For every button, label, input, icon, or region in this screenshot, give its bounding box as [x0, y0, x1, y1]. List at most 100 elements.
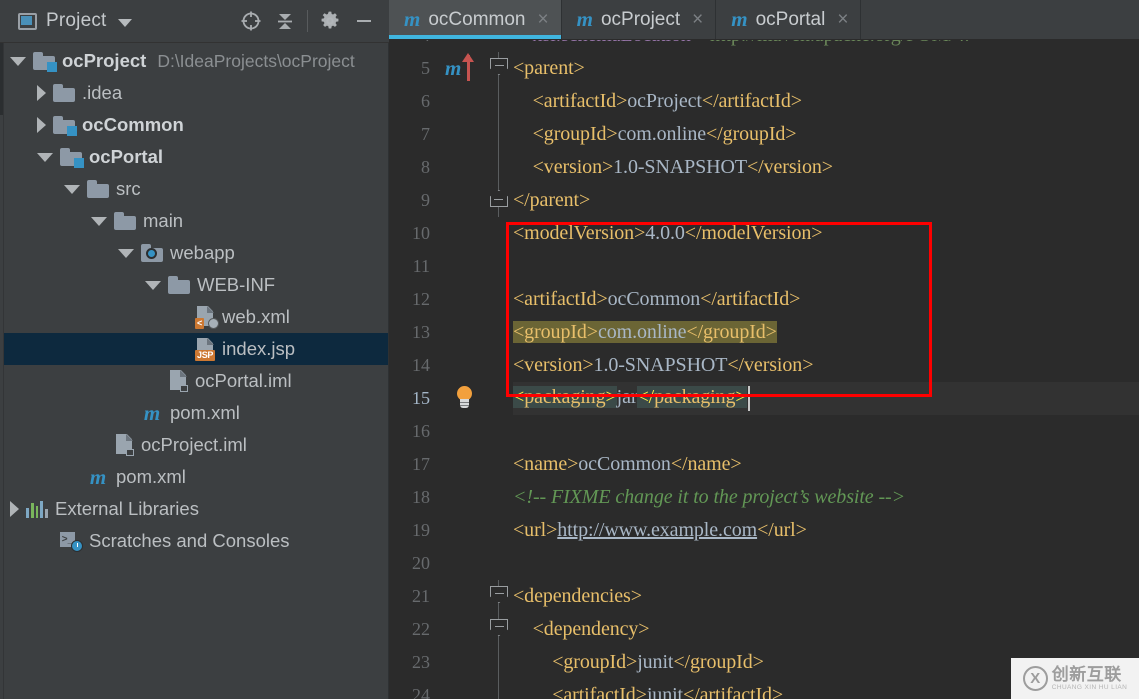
line-number: 22	[412, 619, 430, 639]
tree-item-main[interactable]: main	[0, 205, 388, 237]
fold-column[interactable]	[485, 283, 513, 316]
code-line[interactable]: 15 <packaging>jar</packaging>	[389, 382, 1139, 415]
tree-item-web-inf[interactable]: WEB-INF	[0, 269, 388, 301]
fold-column[interactable]	[485, 217, 513, 250]
minimize-icon[interactable]	[347, 6, 381, 36]
tree-item-index-jsp[interactable]: JSP index.jsp	[0, 333, 388, 365]
fold-toggle-icon[interactable]	[490, 58, 508, 75]
navigate-to-parent-arrow-icon[interactable]	[462, 53, 474, 81]
tree-item-ocportal-iml[interactable]: ocPortal.iml	[0, 365, 388, 397]
fold-column[interactable]	[485, 85, 513, 118]
editor-tab-ocproject[interactable]: m ocProject ×	[561, 0, 717, 39]
fold-column[interactable]	[485, 448, 513, 481]
code-line[interactable]: 20	[389, 547, 1139, 580]
fold-column[interactable]	[485, 646, 513, 679]
gutter-icons	[441, 448, 485, 481]
tree-item-webapp[interactable]: webapp	[0, 237, 388, 269]
tree-item-scratches-and-consoles[interactable]: >_ Scratches and Consoles	[0, 525, 388, 557]
code-line[interactable]: 9 </parent>	[389, 184, 1139, 217]
tree-right-arrow-icon[interactable]	[37, 117, 46, 133]
code-line[interactable]: 22 <dependency>	[389, 613, 1139, 646]
gutter-icons	[441, 184, 485, 217]
tree-item-src[interactable]: src	[0, 173, 388, 205]
collapse-all-icon[interactable]	[268, 6, 302, 36]
tree-down-arrow-icon[interactable]	[64, 184, 80, 194]
tree-down-arrow-icon[interactable]	[118, 248, 134, 258]
code-line[interactable]: 8 <version>1.0-SNAPSHOT</version>	[389, 151, 1139, 184]
code-line[interactable]: 17 <name>ocCommon</name>	[389, 448, 1139, 481]
tree-item-ocportal[interactable]: ocPortal	[0, 141, 388, 173]
close-icon[interactable]: ×	[538, 10, 549, 29]
fold-column[interactable]	[485, 349, 513, 382]
line-number: 16	[412, 421, 430, 441]
fold-column[interactable]	[485, 613, 513, 646]
code-line[interactable]: 14 <version>1.0-SNAPSHOT</version>	[389, 349, 1139, 382]
gutter-icons	[441, 217, 485, 250]
chevron-down-icon[interactable]	[117, 18, 132, 27]
fold-column[interactable]	[485, 580, 513, 613]
code-line[interactable]: 12 <artifactId>ocCommon</artifactId>	[389, 283, 1139, 316]
intention-lightbulb-icon[interactable]	[455, 386, 475, 411]
tree-item-external-libraries[interactable]: External Libraries	[0, 493, 388, 525]
tree-down-arrow-icon[interactable]	[10, 56, 26, 66]
code-line[interactable]: 10 <modelVersion>4.0.0</modelVersion>	[389, 217, 1139, 250]
fold-column[interactable]	[485, 415, 513, 448]
fold-column[interactable]	[485, 316, 513, 349]
tree-down-arrow-icon[interactable]	[37, 152, 53, 162]
fold-column[interactable]	[485, 481, 513, 514]
fold-column[interactable]	[485, 382, 513, 415]
project-tree[interactable]: ocProject D:\IdeaProjects\ocProject .idea o…	[0, 43, 389, 699]
code-text: <version>1.0-SNAPSHOT</version>	[532, 156, 833, 178]
tree-down-arrow-icon[interactable]	[91, 216, 107, 226]
code-editor[interactable]: 4 xsi:schemaLocation="http://maven.apach…	[389, 40, 1139, 699]
locate-icon[interactable]	[234, 6, 268, 36]
line-number: 14	[412, 355, 430, 375]
code-line[interactable]: 19 <url>http://www.example.com</url>	[389, 514, 1139, 547]
tree-item-pom-xml[interactable]: m pom.xml	[0, 461, 388, 493]
tree-item-label: ocCommon	[82, 114, 184, 135]
code-line[interactable]: 21 <dependencies>	[389, 580, 1139, 613]
fold-column[interactable]	[485, 151, 513, 184]
code-line[interactable]: 6 <artifactId>ocProject</artifactId>	[389, 85, 1139, 118]
close-icon[interactable]: ×	[692, 10, 703, 29]
tree-item-ocproject-iml[interactable]: ocProject.iml	[0, 429, 388, 461]
watermark-text-en: CHUANG XIN HU LIAN	[1051, 683, 1128, 691]
close-icon[interactable]: ×	[837, 10, 848, 29]
code-line[interactable]: 11	[389, 250, 1139, 283]
toolbar-divider	[307, 10, 308, 32]
fold-column[interactable]	[485, 184, 513, 217]
tree-item-idea[interactable]: .idea	[0, 77, 388, 109]
tree-down-arrow-icon[interactable]	[145, 280, 161, 290]
fold-toggle-icon[interactable]	[490, 619, 508, 636]
fold-column[interactable]	[485, 118, 513, 151]
fold-toggle-icon[interactable]	[490, 190, 508, 207]
code-line[interactable]: 7 <groupId>com.online</groupId>	[389, 118, 1139, 151]
editor-tab-label: ocPortal	[755, 8, 826, 30]
code-line[interactable]: 4 xsi:schemaLocation="http://maven.apach…	[389, 40, 1139, 52]
tree-right-arrow-icon[interactable]	[37, 85, 46, 101]
code-line[interactable]: 18 <!-- FIXME change it to the project’s …	[389, 481, 1139, 514]
fold-column[interactable]	[485, 514, 513, 547]
folder-icon	[114, 212, 136, 230]
fold-column[interactable]	[485, 547, 513, 580]
fold-column[interactable]	[485, 40, 513, 52]
code-text: <parent>	[513, 57, 585, 79]
tree-item-ocproject[interactable]: ocProject D:\IdeaProjects\ocProject	[0, 45, 388, 77]
tree-right-arrow-icon[interactable]	[10, 501, 19, 517]
tree-item-web-xml[interactable]: < web.xml	[0, 301, 388, 333]
fold-toggle-icon[interactable]	[490, 586, 508, 603]
code-line[interactable]: 13 <groupId>com.online</groupId>	[389, 316, 1139, 349]
maven-gutter-icon[interactable]: m	[445, 56, 461, 80]
code-line[interactable]: 16	[389, 415, 1139, 448]
editor-tab-occommon[interactable]: m ocCommon ×	[389, 0, 562, 39]
settings-gear-icon[interactable]	[313, 6, 347, 36]
editor-tab-ocportal[interactable]: m ocPortal ×	[716, 0, 862, 39]
fold-column[interactable]	[485, 52, 513, 85]
code-line[interactable]: 5 m <parent>	[389, 52, 1139, 85]
line-number: 13	[412, 322, 430, 342]
tree-item-occommon[interactable]: ocCommon	[0, 109, 388, 141]
fold-column[interactable]	[485, 250, 513, 283]
tree-item-pom-xml[interactable]: m pom.xml	[0, 397, 388, 429]
fold-column[interactable]	[485, 679, 513, 699]
